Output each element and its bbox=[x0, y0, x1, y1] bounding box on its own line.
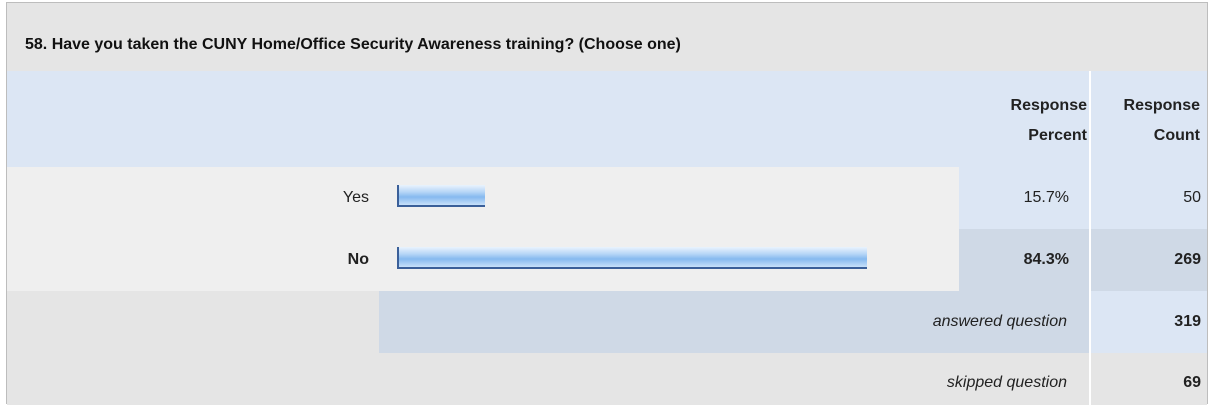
answer-row-yes: Yes 15.7% 50 bbox=[7, 167, 1207, 229]
skipped-question-row: skipped question 69 bbox=[7, 353, 1207, 405]
percent-value-no: 84.3% bbox=[1023, 251, 1069, 268]
column-header-row: Response Percent Response Count bbox=[7, 71, 1207, 167]
answered-question-row: answered question 319 bbox=[7, 291, 1207, 353]
answer-label-no: No bbox=[347, 251, 369, 268]
percent-cell-no: 84.3% bbox=[959, 229, 1089, 291]
response-count-header-line1: Response bbox=[1123, 97, 1200, 114]
percent-value-yes: 15.7% bbox=[1023, 189, 1069, 206]
answered-question-label: answered question bbox=[932, 313, 1067, 330]
response-percent-header-line1: Response bbox=[1010, 97, 1087, 114]
skipped-question-label: skipped question bbox=[946, 374, 1067, 391]
response-percent-header-line2: Percent bbox=[1028, 127, 1087, 144]
question-title-row: 58. Have you taken the CUNY Home/Office … bbox=[7, 3, 1207, 71]
response-bar-no bbox=[397, 247, 867, 269]
response-percent-header: Response Percent bbox=[957, 91, 1087, 151]
answer-label-cell: Yes bbox=[7, 167, 959, 229]
question-title: 58. Have you taken the CUNY Home/Office … bbox=[25, 36, 681, 53]
count-cell-yes: 50 bbox=[1091, 167, 1207, 229]
bar-track-yes bbox=[397, 185, 955, 207]
count-value-yes: 50 bbox=[1183, 189, 1201, 206]
percent-cell-yes: 15.7% bbox=[959, 167, 1089, 229]
column-divider bbox=[1089, 71, 1091, 405]
skipped-question-count: 69 bbox=[1183, 374, 1201, 391]
answered-question-count: 319 bbox=[1174, 313, 1201, 330]
response-count-header: Response Count bbox=[1090, 91, 1200, 151]
answer-label-cell: No bbox=[7, 229, 959, 291]
response-bar-yes bbox=[397, 185, 485, 207]
response-count-header-line2: Count bbox=[1153, 127, 1200, 144]
answer-label-yes: Yes bbox=[342, 189, 369, 206]
count-value-no: 269 bbox=[1174, 251, 1201, 268]
answer-row-no: No 84.3% 269 bbox=[7, 229, 1207, 291]
count-cell-no: 269 bbox=[1091, 229, 1207, 291]
bar-track-no bbox=[397, 247, 955, 269]
survey-question-table: 58. Have you taken the CUNY Home/Office … bbox=[6, 2, 1208, 405]
